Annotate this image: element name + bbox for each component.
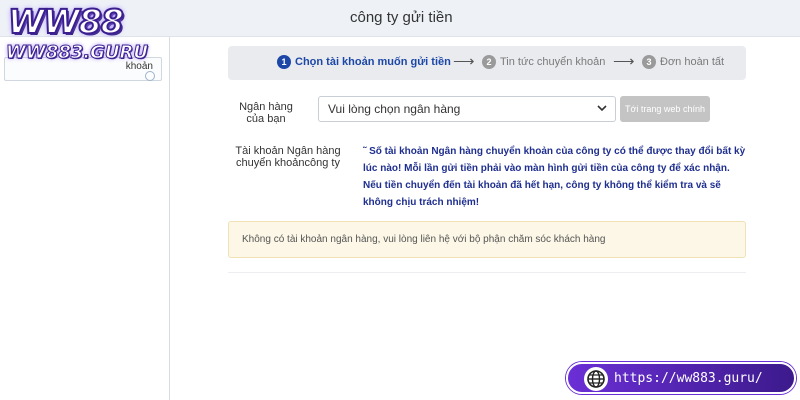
step-progress: 1 Chọn tài khoản muốn gửi tiền ⟶ 2 Tin t…	[228, 46, 746, 80]
step-1: 1 Chọn tài khoản muốn gửi tiền	[277, 55, 451, 69]
step-label: Chọn tài khoản muốn gửi tiền	[295, 56, 451, 68]
bank-label-line2: của bạn	[246, 113, 286, 125]
arrow-right-icon: ⟶	[613, 53, 635, 70]
step-number: 2	[482, 55, 496, 69]
logo: WW88 WW883.GURU	[4, 1, 164, 74]
company-account-label-line1: Tài khoản Ngân hàng	[235, 145, 341, 157]
divider	[228, 272, 746, 273]
step-number: 3	[642, 55, 656, 69]
alert-text: Không có tài khoản ngân hàng, vui lòng l…	[242, 234, 606, 245]
bank-select[interactable]: Vui lòng chọn ngân hàng	[318, 96, 616, 122]
bank-label: Ngân hàng của bạn	[228, 101, 304, 125]
sidebar: khoản	[0, 37, 170, 400]
step-label: Đơn hoàn tất	[660, 56, 725, 68]
step-2: 2 Tin tức chuyển khoản	[482, 55, 605, 69]
step-label: Tin tức chuyển khoản	[500, 56, 606, 68]
main-website-button[interactable]: Tới trang web chính	[620, 96, 710, 122]
company-account-label: Tài khoản Ngân hàng chuyển khoảncông ty	[228, 145, 348, 169]
globe-icon	[584, 367, 608, 391]
logo-sub-text: WW883.GURU	[6, 42, 149, 64]
watermark-url-badge: https://ww883.guru/	[566, 362, 796, 394]
bank-select-value: Vui lòng chọn ngân hàng	[328, 102, 461, 116]
step-number: 1	[277, 55, 291, 69]
logo-main-text: WW88	[7, 1, 125, 42]
arrow-right-icon: ⟶	[453, 53, 475, 70]
no-bank-alert: Không có tài khoản ngân hàng, vui lòng l…	[228, 221, 746, 258]
chevron-down-icon	[597, 105, 607, 112]
transfer-notice: ˜ Số tài khoản Ngân hàng chuyển khoản củ…	[363, 146, 746, 208]
page-title: công ty gửi tiền	[350, 9, 453, 26]
watermark-url-text: https://ww883.guru/	[614, 371, 763, 386]
company-account-label-line2: chuyển khoảncông ty	[236, 157, 340, 169]
bank-label-line1: Ngân hàng	[239, 101, 293, 113]
step-3: 3 Đơn hoàn tất	[642, 55, 724, 69]
